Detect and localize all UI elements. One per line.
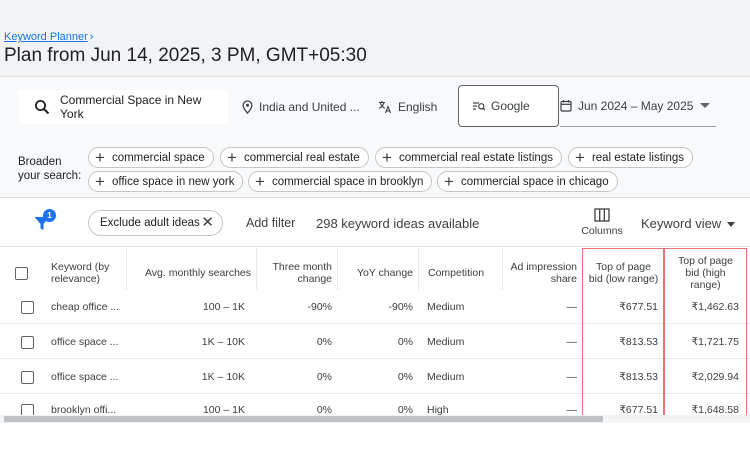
network-selector[interactable]: Google xyxy=(458,85,559,127)
results-toolbar: 1 Exclude adult ideas ✕ Add filter 298 k… xyxy=(0,199,750,247)
keyword-cell[interactable]: cheap office ... xyxy=(51,290,125,324)
bid-high-cell: ₹1,462.63 xyxy=(691,301,739,313)
chip-label: commercial space xyxy=(111,151,205,164)
page-title: Plan from Jun 14, 2025, 3 PM, GMT+05:30 xyxy=(4,45,367,66)
avg-searches-cell: 100 – 1K xyxy=(202,301,245,313)
ideas-count: 298 keyword ideas available xyxy=(316,216,480,231)
ad-share-cell: — xyxy=(566,301,578,313)
bid-low-cell: ₹813.53 xyxy=(619,336,658,348)
location-pin-icon xyxy=(242,100,253,114)
location-text: India and United ... xyxy=(259,100,360,114)
exclude-adult-ideas-chip[interactable]: Exclude adult ideas ✕ xyxy=(88,210,223,236)
ad-share-cell: — xyxy=(566,336,578,348)
three-month-cell: -90% xyxy=(307,301,332,313)
network-text: Google xyxy=(491,99,530,113)
row-checkbox[interactable] xyxy=(21,370,34,384)
broaden-chip[interactable]: + commercial space xyxy=(88,147,214,168)
yoy-cell: -90% xyxy=(388,301,413,313)
three-month-cell: 0% xyxy=(316,336,332,348)
competition-cell: Medium xyxy=(427,301,465,313)
plus-icon: + xyxy=(227,148,237,167)
broaden-chip[interactable]: + real estate listings xyxy=(568,147,693,168)
plus-icon: + xyxy=(95,172,105,191)
broaden-chip[interactable]: + office space in new york xyxy=(88,171,244,192)
chip-label: office space in new york xyxy=(111,175,235,188)
table-row[interactable]: office space ... 1K – 10K 0% 0% Medium —… xyxy=(0,360,750,394)
ad-share-cell: — xyxy=(566,371,578,383)
broaden-chip[interactable]: + commercial space in brooklyn xyxy=(248,171,433,192)
broaden-label: Broaden your search: xyxy=(18,156,82,182)
three-month-cell: 0% xyxy=(316,371,332,383)
avg-searches-cell: 1K – 10K xyxy=(201,336,245,348)
plus-icon: + xyxy=(575,148,585,167)
translate-icon xyxy=(378,101,392,114)
bid-low-cell: ₹813.53 xyxy=(619,371,658,383)
keyword-view-label: Keyword view xyxy=(641,216,722,231)
plus-icon: + xyxy=(95,148,105,167)
columns-icon xyxy=(594,208,610,222)
broaden-chip[interactable]: + commercial real estate xyxy=(220,147,369,168)
filter-count-badge: 1 xyxy=(43,209,56,222)
chip-label: real estate listings xyxy=(591,151,684,164)
search-icon xyxy=(35,100,50,115)
keyword-cell[interactable]: office space ... xyxy=(51,360,125,394)
chevron-down-icon xyxy=(727,222,736,228)
chip-label: commercial space in brooklyn xyxy=(271,175,424,188)
filter-button[interactable]: 1 xyxy=(33,209,57,232)
breadcrumb-link[interactable]: Keyword Planner xyxy=(4,31,88,43)
horizontal-scrollbar-thumb[interactable] xyxy=(4,416,603,422)
breadcrumb[interactable]: Keyword Planner › xyxy=(4,31,93,43)
broaden-section: Broaden your search: + commercial space +… xyxy=(0,138,750,198)
bid-high-cell: ₹2,029.94 xyxy=(691,371,739,383)
chevron-right-icon: › xyxy=(89,31,94,43)
chevron-down-icon xyxy=(700,103,710,108)
avg-searches-cell: 1K – 10K xyxy=(201,371,245,383)
add-filter-button[interactable]: Add filter xyxy=(246,216,295,230)
row-checkbox[interactable] xyxy=(21,335,34,349)
plus-icon: + xyxy=(255,172,265,191)
broaden-chip[interactable]: + commercial space in chicago xyxy=(437,171,618,192)
yoy-cell: 0% xyxy=(397,371,413,383)
keyword-view-selector[interactable]: Keyword view xyxy=(641,216,736,231)
row-checkbox[interactable] xyxy=(21,300,34,314)
yoy-cell: 0% xyxy=(397,336,413,348)
chip-label: commercial real estate xyxy=(243,151,360,164)
page-footer-space xyxy=(0,423,750,450)
filter-bar: Commercial Space in New York India and U… xyxy=(0,76,750,138)
network-icon xyxy=(473,102,486,111)
row-checkbox-cell xyxy=(21,325,35,359)
select-all-checkbox[interactable] xyxy=(15,266,28,280)
chip-label: commercial space in chicago xyxy=(460,175,609,188)
columns-button[interactable]: Columns xyxy=(579,208,625,244)
plus-icon: + xyxy=(382,148,392,167)
language-text: English xyxy=(398,100,438,114)
language-filter[interactable]: English xyxy=(378,90,437,124)
location-filter[interactable]: India and United ... xyxy=(242,90,360,124)
table-row[interactable]: cheap office ... 100 – 1K -90% -90% Medi… xyxy=(0,290,750,324)
columns-label: Columns xyxy=(581,225,623,237)
competition-cell: Medium xyxy=(427,336,465,348)
page-header: Keyword Planner › Plan from Jun 14, 2025,… xyxy=(0,0,750,76)
seed-keyword-text: Commercial Space in New York xyxy=(60,93,202,121)
plus-icon: + xyxy=(444,172,454,191)
exclude-label: Exclude adult ideas xyxy=(100,217,200,229)
chip-label: commercial real estate listings xyxy=(398,151,553,164)
table-row[interactable]: office space ... 1K – 10K 0% 0% Medium —… xyxy=(0,325,750,359)
close-icon[interactable]: ✕ xyxy=(201,215,214,231)
broaden-chip[interactable]: + commercial real estate listings xyxy=(375,147,562,168)
date-range-text: Jun 2024 – May 2025 xyxy=(578,98,694,113)
row-checkbox-cell xyxy=(21,360,35,394)
bid-high-cell: ₹1,721.75 xyxy=(691,336,739,348)
bid-low-cell: ₹677.51 xyxy=(619,301,658,313)
keyword-cell[interactable]: office space ... xyxy=(51,325,125,359)
calendar-icon xyxy=(560,100,572,112)
seed-keyword-field[interactable]: Commercial Space in New York xyxy=(18,90,228,124)
date-range-selector[interactable]: Jun 2024 – May 2025 xyxy=(560,85,716,127)
competition-cell: Medium xyxy=(427,371,465,383)
row-checkbox-cell xyxy=(21,290,35,324)
